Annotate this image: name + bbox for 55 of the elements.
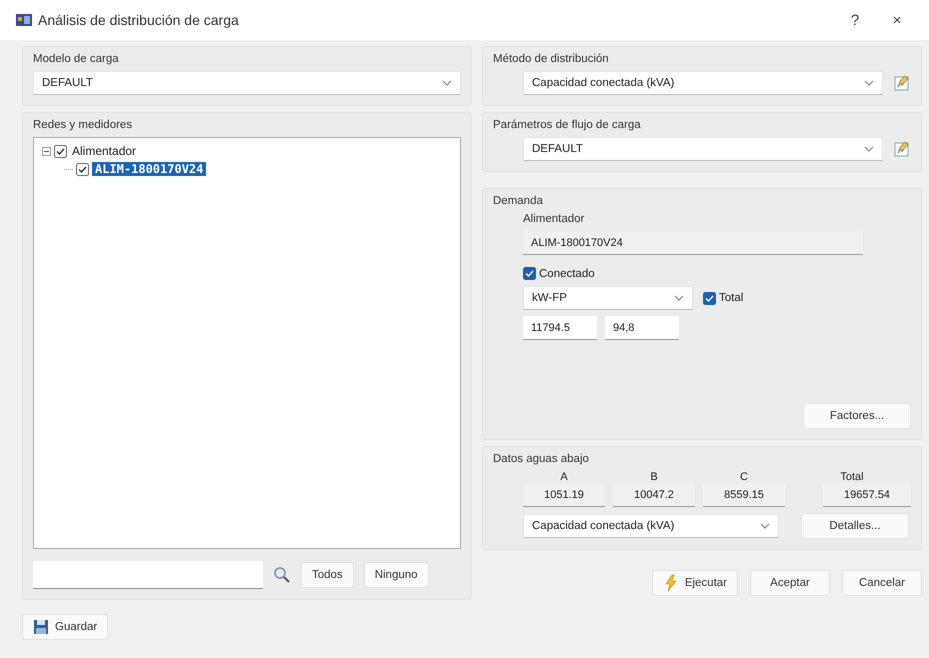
save-button[interactable]: Guardar xyxy=(22,614,108,640)
dropdown[interactable]: DEFAULT xyxy=(523,137,883,161)
select-button[interactable]: Ninguno xyxy=(364,562,429,588)
value-field: 1051.19 xyxy=(523,483,605,507)
factors-button[interactable]: Factores... xyxy=(803,403,911,429)
search-icon[interactable] xyxy=(273,566,291,584)
cancel-button[interactable]: Cancelar xyxy=(842,570,922,596)
edit-icon[interactable] xyxy=(893,140,911,158)
chevron-icon xyxy=(864,80,874,86)
checkbox-label: Conectado xyxy=(539,268,595,280)
app-icon xyxy=(16,13,32,27)
checkbox-label: Total xyxy=(719,292,744,304)
group-label: Redes y medidores xyxy=(33,119,134,131)
lightning-icon xyxy=(662,574,679,592)
window-title: Análisis de distribución de carga xyxy=(38,12,240,28)
chevron-icon xyxy=(674,295,684,301)
value-field: 8559.15 xyxy=(703,483,785,507)
column-header: B xyxy=(649,471,659,483)
checkbox[interactable] xyxy=(703,292,716,304)
value-field: 10047.2 xyxy=(613,483,695,507)
checkbox[interactable] xyxy=(54,144,67,158)
group-label: Parámetros de flujo de carga xyxy=(493,119,642,131)
tree-item[interactable]: Alimentador xyxy=(70,144,138,158)
checkbox[interactable] xyxy=(76,162,89,176)
column-header: C xyxy=(739,471,749,483)
dropdown[interactable]: Capacidad conectada (kVA) xyxy=(523,71,883,95)
tree-item[interactable]: ALIM-1800170V24 xyxy=(92,162,206,176)
select-button[interactable]: Todos xyxy=(301,562,354,588)
details-button[interactable]: Detalles... xyxy=(801,513,909,539)
run-button[interactable]: Ejecutar xyxy=(652,570,738,596)
field-label: Alimentador xyxy=(523,213,586,225)
group-label: Método de distribución xyxy=(493,53,610,65)
feeder-field: ALIM-1800170V24 xyxy=(523,231,863,255)
chevron-icon xyxy=(864,146,874,152)
column-header: Total xyxy=(839,471,865,483)
value-field[interactable]: 94,8 xyxy=(605,316,679,340)
dropdown[interactable]: Capacidad conectada (kVA) xyxy=(523,514,779,538)
dropdown[interactable]: kW-FP xyxy=(523,286,693,310)
column-header: A xyxy=(559,471,569,483)
edit-icon[interactable] xyxy=(893,74,911,92)
save-icon xyxy=(33,619,49,635)
value-field: 19657.54 xyxy=(823,483,911,507)
group-label: Modelo de carga xyxy=(33,53,120,65)
accept-button[interactable]: Aceptar xyxy=(750,570,830,596)
group-label: Demanda xyxy=(493,195,544,207)
chevron-icon xyxy=(442,80,452,86)
dropdown[interactable]: DEFAULT xyxy=(33,71,461,95)
checkbox[interactable] xyxy=(523,267,536,280)
chevron-icon xyxy=(760,523,770,529)
help-button[interactable]: ? xyxy=(837,12,873,28)
close-button[interactable]: × xyxy=(879,12,915,28)
collapse-icon[interactable] xyxy=(42,146,51,156)
group-label: Datos aguas abajo xyxy=(493,453,590,465)
search-field[interactable] xyxy=(33,561,263,589)
value-field[interactable]: 11794.5 xyxy=(523,316,597,340)
